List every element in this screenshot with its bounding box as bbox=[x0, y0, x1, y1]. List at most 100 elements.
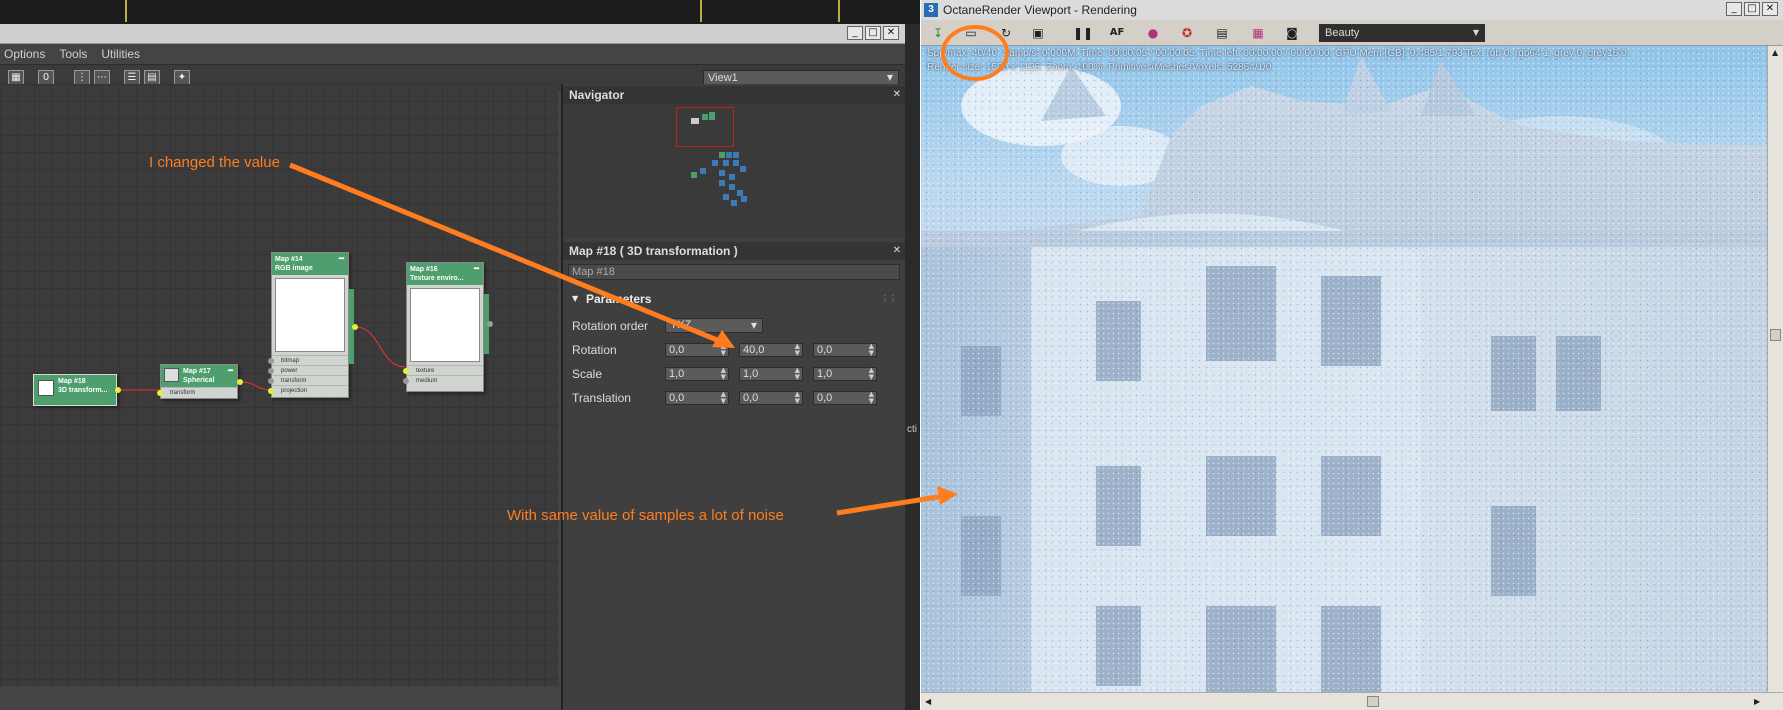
minimize-button[interactable]: _ bbox=[1726, 2, 1742, 16]
color-icon[interactable]: ● bbox=[1144, 24, 1162, 42]
minimize-button[interactable]: _ bbox=[847, 26, 863, 40]
close-button[interactable]: ✕ bbox=[1762, 2, 1778, 16]
pause-icon[interactable]: ❚❚ bbox=[1073, 24, 1093, 42]
nav-node bbox=[733, 152, 739, 158]
status-line-1: Spp/max: 40/40. Samp/s: 0.000M. Time: 00… bbox=[927, 48, 1630, 59]
port-transform[interactable]: transform bbox=[268, 375, 348, 385]
spinner-arrows-icon[interactable]: ▲ ▼ bbox=[795, 367, 800, 381]
horizontal-scrollbar[interactable]: ◀ ▶ bbox=[921, 692, 1783, 710]
vertical-scrollbar[interactable]: ▲ bbox=[1767, 46, 1783, 692]
spinner-arrows-icon[interactable]: ▲ ▼ bbox=[721, 391, 726, 405]
spinner-arrows-icon[interactable]: ▲ ▼ bbox=[721, 367, 726, 381]
scroll-right-icon[interactable]: ▶ bbox=[1754, 697, 1760, 706]
octane-toolbar: ↧ ▭ ↻ ▣ ❚❚ AF ● ✪ ▤ ▦ ◙ Beauty ▼ bbox=[921, 20, 1783, 46]
scroll-up-icon[interactable]: ▲ bbox=[1772, 48, 1778, 57]
spinner-arrows-icon[interactable]: ▲ ▼ bbox=[869, 343, 874, 357]
render-icon[interactable]: ↧ bbox=[929, 24, 947, 42]
node-canvas[interactable]: Map #18 3D transform... Map #17 Spherica… bbox=[0, 84, 558, 686]
render-pass-value: Beauty bbox=[1325, 27, 1360, 39]
restart-icon[interactable]: ↻ bbox=[997, 24, 1015, 42]
camera-icon[interactable]: ◙ bbox=[1283, 24, 1301, 42]
rotation-x-spinner[interactable]: 0,0 ▲ ▼ bbox=[665, 343, 729, 357]
port-medium[interactable]: medium bbox=[403, 375, 483, 385]
nav-node bbox=[723, 194, 729, 200]
spinner-value: 40,0 bbox=[743, 344, 765, 356]
port-texture[interactable]: texture bbox=[403, 365, 483, 375]
node-map17[interactable]: Map #17 Spherical ━ transform bbox=[157, 364, 238, 399]
status-line-2: Render size: 1500 x 1125. Zoom: 100%. Pr… bbox=[927, 62, 1272, 73]
scale-x-spinner[interactable]: 1,0 ▲ ▼ bbox=[665, 367, 729, 381]
rollout-title: Parameters bbox=[586, 292, 652, 306]
translation-z-spinner[interactable]: 0,0 ▲ ▼ bbox=[813, 391, 877, 405]
scroll-left-icon[interactable]: ◀ bbox=[925, 697, 931, 706]
port-transform[interactable]: transform bbox=[157, 387, 237, 397]
node-map18[interactable]: Map #18 3D transform... bbox=[33, 374, 117, 406]
nav-node bbox=[726, 152, 732, 158]
node-map14[interactable]: Map #14 RGB image ━ bitmap power transfo… bbox=[268, 252, 349, 398]
navigator-viewport-frame[interactable] bbox=[676, 107, 734, 147]
node-map16[interactable]: Map #16 Texture enviro... ━ texture medi… bbox=[403, 262, 484, 392]
navigator-view[interactable] bbox=[563, 104, 907, 238]
menu-options[interactable]: Options bbox=[4, 47, 45, 61]
lifebuoy-icon[interactable]: ✪ bbox=[1178, 24, 1196, 42]
spinner-arrows-icon[interactable]: ▲ ▼ bbox=[795, 343, 800, 357]
strip-divider bbox=[125, 0, 127, 22]
scroll-thumb[interactable] bbox=[1367, 696, 1379, 707]
maximize-button[interactable]: □ bbox=[865, 26, 881, 40]
spinner-value: 0,0 bbox=[669, 344, 685, 356]
chevron-down-icon: ▼ bbox=[750, 321, 757, 330]
parameters-rollout[interactable]: ▼ Parameters ⋮⋮ bbox=[568, 290, 903, 308]
spinner-value: 1,0 bbox=[669, 368, 685, 380]
menu-tools[interactable]: Tools bbox=[59, 47, 87, 61]
spinner-arrows-icon[interactable]: ▲ ▼ bbox=[869, 367, 874, 381]
spinner-arrows-icon[interactable]: ▲ ▼ bbox=[869, 391, 874, 405]
rotation-z-spinner[interactable]: 0,0 ▲ ▼ bbox=[813, 343, 877, 357]
node-subtitle: Spherical bbox=[183, 377, 215, 384]
navigator-title: Navigator bbox=[569, 88, 625, 102]
map-name-field[interactable]: Map #18 bbox=[568, 264, 900, 280]
film-icon[interactable]: ▦ bbox=[1249, 24, 1267, 42]
maximize-button[interactable]: □ bbox=[1744, 2, 1760, 16]
navigator-header: Navigator ✕ bbox=[563, 86, 907, 104]
save-icon[interactable]: ▭ bbox=[962, 24, 980, 42]
translation-y-spinner[interactable]: 0,0 ▲ ▼ bbox=[739, 391, 803, 405]
scroll-thumb[interactable] bbox=[1770, 329, 1781, 341]
top-strip bbox=[0, 0, 920, 24]
view-select-value: View1 bbox=[708, 72, 738, 84]
close-button[interactable]: ✕ bbox=[883, 26, 899, 40]
spinner-arrows-icon[interactable]: ▲ ▼ bbox=[795, 391, 800, 405]
output-port[interactable] bbox=[115, 387, 121, 393]
clipped-text: cti bbox=[907, 424, 917, 435]
port-projection[interactable]: projection bbox=[268, 385, 348, 395]
rotation-y-spinner[interactable]: 40,0 ▲ ▼ bbox=[739, 343, 803, 357]
close-icon[interactable]: ✕ bbox=[893, 242, 901, 260]
slate-titlebar: _ □ ✕ bbox=[0, 24, 905, 44]
rotation-order-select[interactable]: YXZ ▼ bbox=[665, 318, 763, 333]
render-pass-select[interactable]: Beauty ▼ bbox=[1319, 24, 1485, 42]
scale-y-spinner[interactable]: 1,0 ▲ ▼ bbox=[739, 367, 803, 381]
output-port[interactable] bbox=[487, 321, 493, 327]
af-icon[interactable]: AF bbox=[1108, 24, 1126, 42]
output-port[interactable] bbox=[352, 324, 358, 330]
close-icon[interactable]: ✕ bbox=[893, 86, 901, 104]
region-icon[interactable]: ▤ bbox=[1213, 24, 1231, 42]
thumbnail bbox=[275, 278, 345, 352]
port-power[interactable]: power bbox=[268, 365, 348, 375]
menu-utilities[interactable]: Utilities bbox=[101, 47, 140, 61]
collapse-icon[interactable]: ━ bbox=[474, 264, 479, 273]
collapse-icon[interactable]: ━ bbox=[228, 366, 233, 375]
render-viewport[interactable]: Spp/max: 40/40. Samp/s: 0.000M. Time: 00… bbox=[921, 46, 1768, 692]
scale-z-spinner[interactable]: 1,0 ▲ ▼ bbox=[813, 367, 877, 381]
output-port[interactable] bbox=[237, 379, 243, 385]
port-bitmap[interactable]: bitmap bbox=[268, 355, 348, 365]
strip-divider bbox=[838, 0, 840, 22]
wire bbox=[355, 326, 406, 368]
rotation-label: Rotation bbox=[572, 343, 617, 357]
spinner-value: 1,0 bbox=[743, 368, 759, 380]
lock-icon[interactable]: ▣ bbox=[1029, 24, 1047, 42]
node-subtitle: 3D transform... bbox=[58, 387, 108, 394]
spinner-arrows-icon[interactable]: ▲ ▼ bbox=[721, 343, 726, 357]
collapse-icon[interactable]: ━ bbox=[339, 254, 344, 263]
translation-x-spinner[interactable]: 0,0 ▲ ▼ bbox=[665, 391, 729, 405]
nav-node bbox=[729, 174, 735, 180]
